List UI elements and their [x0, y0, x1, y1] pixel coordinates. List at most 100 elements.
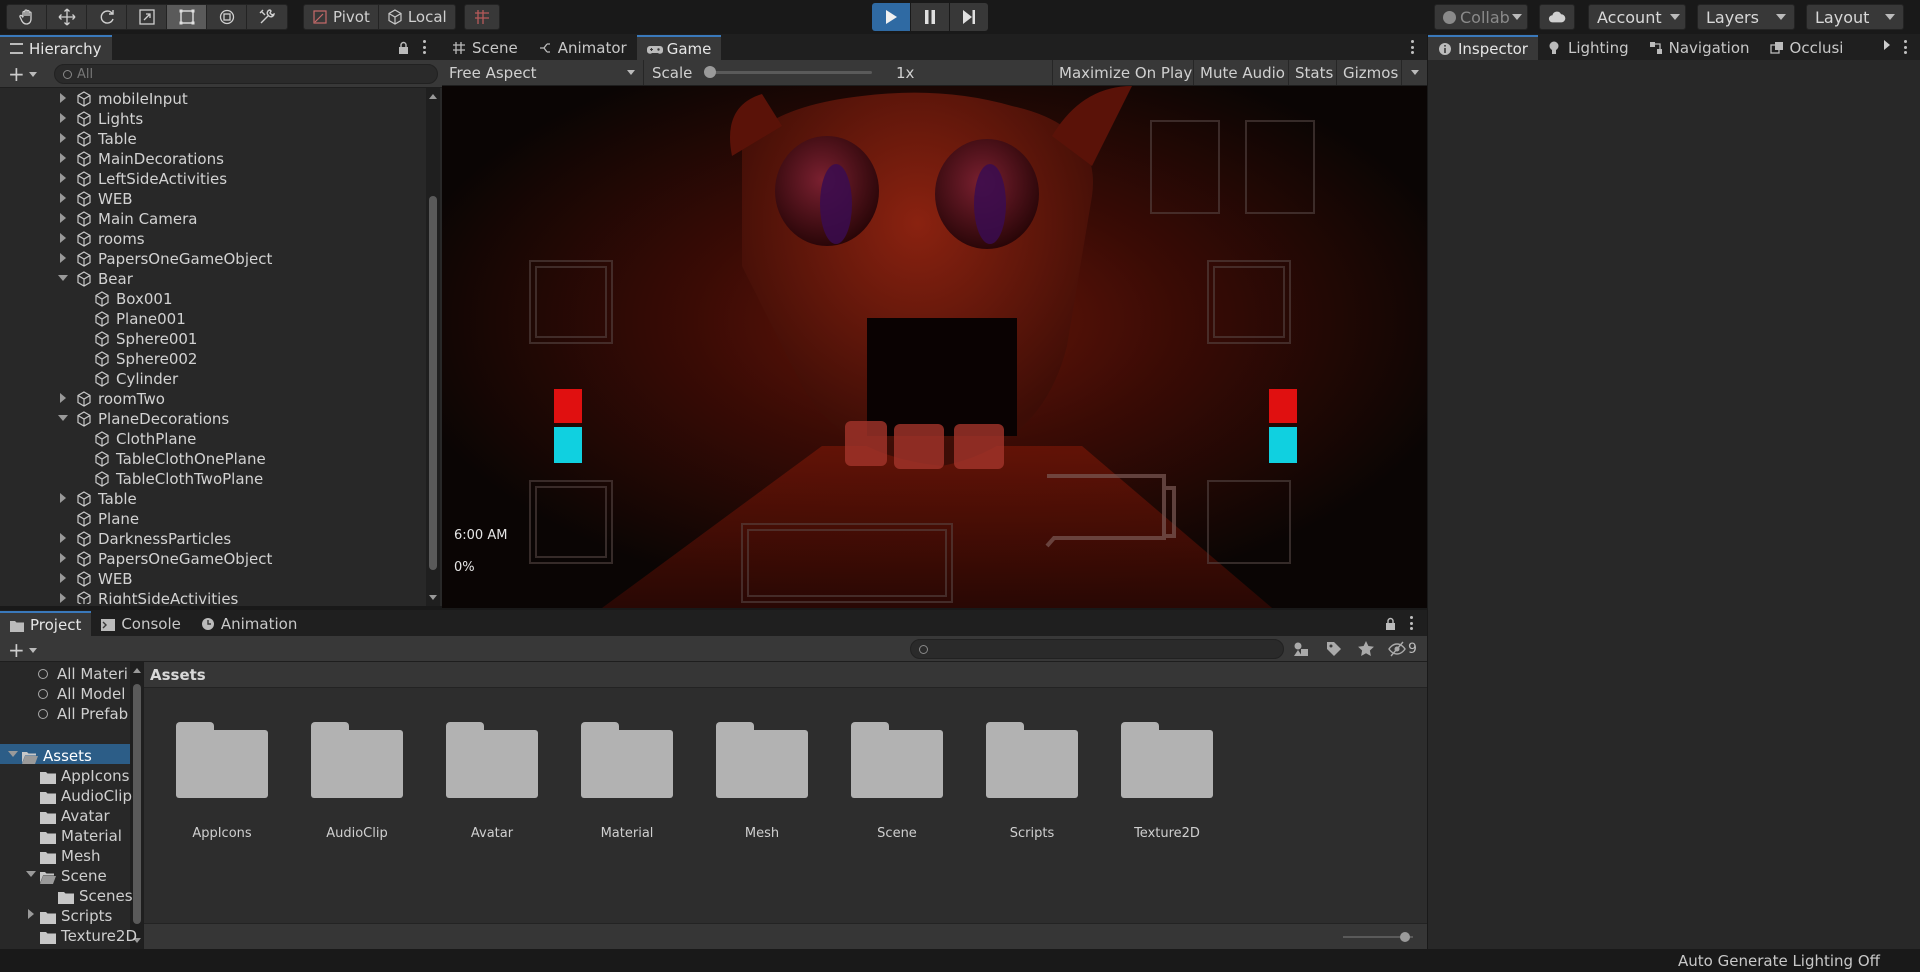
breadcrumb-assets[interactable]: Assets — [150, 666, 206, 684]
scale-slider[interactable] — [704, 60, 872, 85]
expand-arrow[interactable] — [58, 213, 68, 223]
project-menu-icon[interactable] — [1410, 616, 1414, 630]
rotate-tool-button[interactable] — [87, 5, 127, 29]
project-tree-item[interactable]: AudioClip — [0, 784, 132, 805]
game-menu-icon[interactable] — [1411, 40, 1415, 54]
hierarchy-row[interactable]: TableClothTwoPlane — [0, 468, 426, 488]
hierarchy-row[interactable]: RightSideActivities — [0, 588, 426, 604]
project-tree-item[interactable]: Scenes — [0, 884, 133, 905]
transform-tool-button[interactable] — [207, 5, 247, 29]
expand-arrow[interactable] — [58, 113, 68, 123]
game-viewport[interactable]: 6:00 AM 0% — [442, 86, 1427, 608]
hierarchy-row[interactable]: Box001 — [0, 288, 426, 308]
hierarchy-scrollbar[interactable] — [426, 88, 440, 606]
icon-size-knob[interactable] — [1400, 932, 1410, 942]
tab-animator[interactable]: Animator — [528, 35, 637, 60]
hierarchy-row[interactable]: Main Camera — [0, 208, 426, 228]
project-tree-item[interactable]: Texture2D — [0, 924, 137, 945]
expand-arrow[interactable] — [58, 573, 68, 583]
mute-audio-toggle[interactable]: Mute Audio — [1193, 60, 1291, 85]
project-tree-item[interactable]: Material — [0, 824, 130, 845]
expand-arrow[interactable] — [8, 749, 18, 759]
hierarchy-row[interactable]: TableClothOnePlane — [0, 448, 426, 468]
expand-arrow[interactable] — [58, 193, 68, 203]
project-tree-item[interactable]: Scripts — [0, 904, 130, 925]
more-tabs-icon[interactable] — [1884, 40, 1890, 50]
hierarchy-row[interactable]: PapersOneGameObject — [0, 548, 426, 568]
hierarchy-row[interactable]: ClothPlane — [0, 428, 426, 448]
hierarchy-row[interactable]: Sphere002 — [0, 348, 426, 368]
icon-size-slider[interactable] — [1343, 932, 1413, 942]
tab-hierarchy[interactable]: Hierarchy — [0, 35, 112, 60]
step-button[interactable] — [950, 3, 988, 31]
expand-arrow[interactable] — [58, 533, 68, 543]
hierarchy-row[interactable]: Lights — [0, 108, 426, 128]
tab-inspector[interactable]: Inspector — [1428, 35, 1538, 60]
expand-arrow[interactable] — [58, 393, 68, 403]
hierarchy-row[interactable]: DarknessParticles — [0, 528, 426, 548]
tab-animation[interactable]: Animation — [191, 611, 307, 636]
hierarchy-row[interactable]: PapersOneGameObject — [0, 248, 426, 268]
filter-by-type-button[interactable] — [1292, 640, 1310, 658]
local-toggle[interactable]: Local — [379, 5, 455, 29]
collab-dropdown[interactable]: Collab — [1434, 4, 1528, 30]
lock-icon[interactable] — [398, 40, 409, 54]
folder-tile[interactable]: Texture2D — [1107, 722, 1227, 841]
create-asset-button[interactable]: + — [8, 640, 38, 660]
tab-project[interactable]: Project — [0, 611, 92, 636]
filter-by-label-button[interactable] — [1325, 640, 1343, 658]
folder-tile[interactable]: Material — [567, 722, 687, 841]
tab-console[interactable]: Console — [91, 611, 191, 636]
project-tree-scrollbar[interactable] — [130, 662, 143, 949]
status-text[interactable]: Auto Generate Lighting Off — [1678, 952, 1880, 970]
hierarchy-scroll-thumb[interactable] — [429, 196, 437, 570]
hierarchy-row[interactable]: PlaneDecorations — [0, 408, 426, 428]
hierarchy-row[interactable]: Cylinder — [0, 368, 426, 388]
aspect-dropdown[interactable]: Free Aspect — [442, 60, 644, 85]
folder-tile[interactable]: Scripts — [972, 722, 1092, 841]
expand-arrow[interactable] — [58, 413, 68, 423]
scale-tool-button[interactable] — [127, 5, 167, 29]
folder-tile[interactable]: Scene — [837, 722, 957, 841]
project-tree-item[interactable]: Avatar — [0, 804, 130, 825]
folder-tile[interactable]: AppIcons — [162, 722, 282, 841]
hierarchy-row[interactable]: mobileInput — [0, 88, 426, 108]
tab-lighting[interactable]: Lighting — [1538, 35, 1639, 60]
tab-occlusi[interactable]: Occlusi — [1760, 35, 1854, 60]
expand-arrow[interactable] — [58, 133, 68, 143]
account-dropdown[interactable]: Account — [1588, 4, 1686, 30]
hierarchy-row[interactable]: Plane — [0, 508, 426, 528]
expand-arrow[interactable] — [58, 493, 68, 503]
favorites-button[interactable] — [1357, 640, 1375, 658]
lock-icon[interactable] — [1385, 616, 1396, 630]
gizmos-toggle[interactable]: Gizmos — [1336, 60, 1404, 85]
expand-arrow[interactable] — [58, 93, 68, 103]
hierarchy-row[interactable]: LeftSideActivities — [0, 168, 426, 188]
layers-dropdown[interactable]: Layers — [1697, 4, 1795, 30]
scale-slider-knob[interactable] — [704, 66, 716, 78]
hierarchy-row[interactable]: WEB — [0, 188, 426, 208]
expand-arrow[interactable] — [58, 173, 68, 183]
pause-button[interactable] — [911, 3, 949, 31]
hierarchy-search-input[interactable]: All — [54, 64, 438, 84]
tab-navigation[interactable]: Navigation — [1639, 35, 1760, 60]
hierarchy-row[interactable]: rooms — [0, 228, 426, 248]
play-button[interactable] — [872, 3, 910, 31]
custom-tools-button[interactable] — [247, 5, 287, 29]
gizmos-dropdown[interactable] — [1401, 60, 1427, 85]
project-tree-item[interactable]: Assets — [0, 744, 130, 765]
move-tool-button[interactable] — [47, 5, 87, 29]
expand-arrow[interactable] — [58, 273, 68, 283]
expand-arrow[interactable] — [26, 909, 36, 919]
hierarchy-row[interactable]: Bear — [0, 268, 426, 288]
favorite-search-item[interactable]: All Materi — [0, 664, 143, 684]
expand-arrow[interactable] — [58, 253, 68, 263]
maximize-on-play-toggle[interactable]: Maximize On Play — [1052, 60, 1198, 85]
project-tree-item[interactable]: AppIcons — [0, 764, 130, 785]
hierarchy-row[interactable]: Table — [0, 128, 426, 148]
inspector-menu-icon[interactable] — [1904, 40, 1908, 54]
grid-snap-button[interactable] — [465, 5, 499, 29]
project-tree-item[interactable]: Mesh — [0, 844, 130, 865]
hierarchy-row[interactable]: roomTwo — [0, 388, 426, 408]
expand-arrow[interactable] — [58, 593, 68, 603]
